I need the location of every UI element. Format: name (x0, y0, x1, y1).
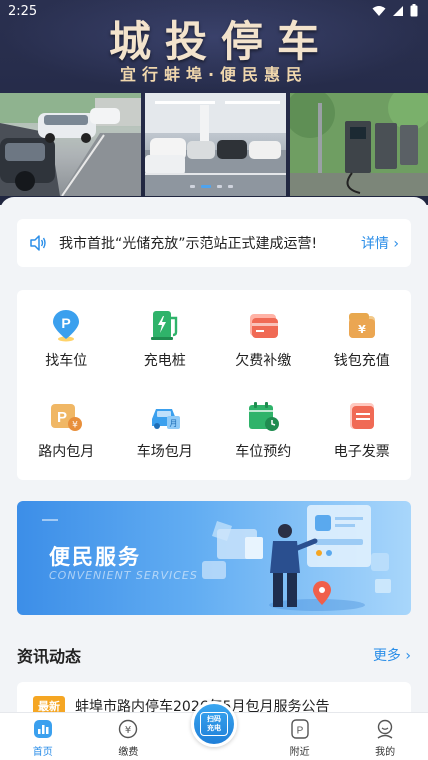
service-arrears-payment[interactable]: 欠费补缴 (214, 308, 313, 384)
announcement-details-link[interactable]: 详情 › (361, 233, 399, 253)
svg-text:P: P (296, 726, 303, 737)
carousel-dot (228, 185, 233, 188)
svg-text:¥: ¥ (358, 323, 366, 336)
invoice-icon (349, 403, 374, 429)
parking-nearby-icon: P (290, 719, 309, 739)
main-content: 我市首批“光储充放”示范站正式建成运营! 详情 › P 找车位 充电桩 欠费补缴… (0, 197, 428, 722)
service-lot-monthly[interactable]: 月 车场包月 (116, 399, 215, 475)
service-label: 路内包月 (38, 444, 95, 460)
banner-photos (0, 93, 428, 196)
service-street-monthly[interactable]: P ¥ 路内包月 (17, 399, 116, 475)
scan-charge-icon: 扫码 充电 (200, 712, 228, 736)
carousel-dot (217, 185, 222, 188)
street-monthly-icon: P ¥ (51, 404, 83, 431)
announcement-text: 我市首批“光储充放”示范站正式建成运营! (59, 236, 318, 252)
tab-nearby[interactable]: P 附近 (257, 713, 343, 760)
service-label: 钱包充值 (333, 353, 390, 369)
scan-label-line1: 扫码 (207, 715, 221, 723)
service-label: 欠费补缴 (235, 353, 292, 369)
scan-charge-button[interactable]: 扫码 充电 (191, 701, 237, 747)
tab-label: 我的 (375, 747, 396, 758)
service-grid: P 找车位 充电桩 欠费补缴 ¥ 钱包充值 P ¥ 路内包月 月 车场包月 车位… (17, 290, 411, 480)
banner-title: 城投停车 (108, 17, 333, 66)
announcement-bar[interactable]: 我市首批“光储充放”示范站正式建成运营! 详情 › (17, 219, 411, 267)
banner-subtitle: 宜行蚌埠·便民惠民 (119, 65, 309, 84)
service-label: 充电桩 (143, 353, 186, 369)
service-label: 找车位 (45, 353, 88, 369)
charging-pile-icon (150, 311, 177, 340)
calendar-icon (249, 402, 280, 431)
lot-monthly-icon: 月 (151, 409, 180, 429)
home-icon (33, 720, 52, 738)
service-e-invoice[interactable]: 电子发票 (313, 399, 412, 475)
service-label: 电子发票 (333, 444, 390, 460)
tab-label: 附近 (289, 747, 310, 758)
service-banner-subtitle: CONVENIENT SERVICES (49, 569, 198, 582)
svg-text:P: P (62, 315, 71, 331)
news-more-link[interactable]: 更多 › (373, 645, 411, 665)
hero-banner[interactable]: 2:25 城投停车 宜行蚌埠·便民惠民 (0, 0, 428, 205)
news-section-title: 资讯动态 (17, 647, 82, 666)
svg-text:¥: ¥ (72, 421, 78, 431)
tab-home[interactable]: 首页 (0, 713, 86, 760)
tab-label: 缴费 (118, 747, 139, 758)
carousel-dots (190, 185, 233, 188)
garage-parking-photo (145, 93, 286, 196)
card-payment-icon (250, 314, 279, 338)
scan-label-line2: 充电 (207, 724, 221, 732)
carousel-dot-active (201, 185, 211, 188)
parking-pin-icon: P (53, 310, 80, 342)
tab-mine[interactable]: 我的 (342, 713, 428, 760)
svg-text:P: P (57, 409, 67, 426)
street-parking-photo (0, 93, 141, 196)
service-space-reservation[interactable]: 车位预约 (214, 399, 313, 475)
service-charging-pile[interactable]: 充电桩 (116, 308, 215, 384)
wallet-icon: ¥ (348, 313, 375, 338)
service-label: 车位预约 (235, 444, 292, 460)
convenient-services-banner[interactable]: 便民服务 CONVENIENT SERVICES (17, 501, 411, 615)
service-banner-title: 便民服务 (49, 545, 141, 569)
service-wallet-recharge[interactable]: ¥ 钱包充值 (313, 308, 412, 384)
yuan-coin-icon: ¥ (119, 719, 138, 739)
speaker-icon (30, 235, 46, 251)
news-header: 资讯动态 更多 › (17, 643, 411, 667)
svg-text:¥: ¥ (125, 725, 131, 736)
service-find-parking[interactable]: P 找车位 (17, 308, 116, 384)
charging-station-photo (290, 93, 428, 196)
tab-payment[interactable]: ¥ 缴费 (86, 713, 172, 760)
svg-text:月: 月 (169, 419, 177, 428)
service-label: 车场包月 (136, 444, 193, 460)
tab-label: 首页 (32, 747, 53, 758)
user-icon (377, 719, 393, 739)
carousel-dot (190, 185, 195, 188)
